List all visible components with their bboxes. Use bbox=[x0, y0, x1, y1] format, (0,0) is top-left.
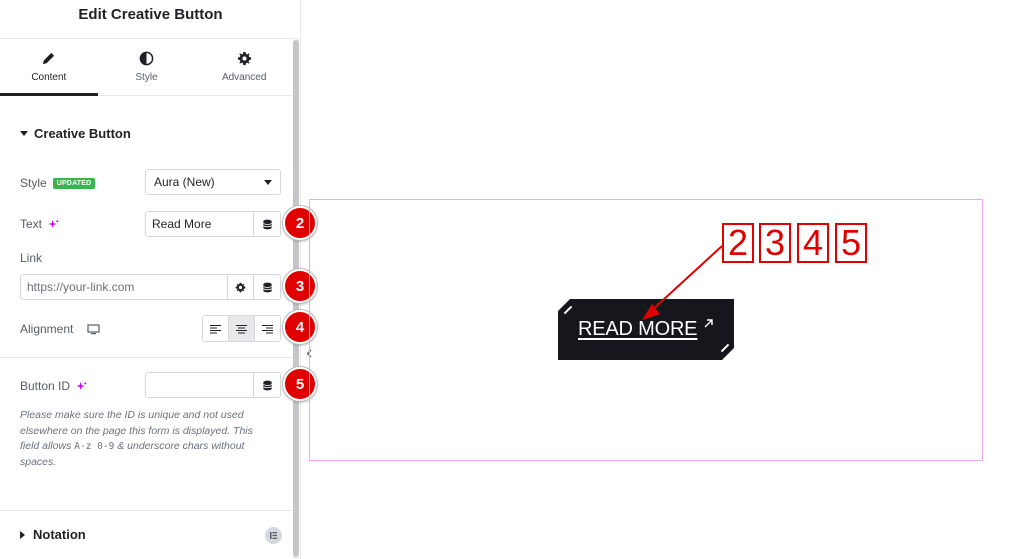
button-id-label-row: Button ID bbox=[20, 379, 88, 393]
editor-panel: Edit Creative Button Content Style Advan… bbox=[0, 0, 301, 559]
align-right-button[interactable] bbox=[255, 316, 280, 341]
button-id-dynamic-button[interactable] bbox=[253, 372, 281, 398]
text-label-row: Text bbox=[20, 217, 60, 231]
align-left-button[interactable] bbox=[203, 316, 229, 341]
section-title: Creative Button bbox=[34, 126, 131, 141]
link-label-row: Link bbox=[20, 251, 42, 265]
tab-advanced-label: Advanced bbox=[221, 72, 267, 83]
alignment-label: Alignment bbox=[20, 322, 74, 336]
style-label: Style bbox=[20, 176, 47, 190]
style-select-value: Aura (New) bbox=[154, 175, 215, 189]
tab-advanced[interactable]: Advanced bbox=[195, 39, 293, 95]
panel-tabs: Content Style Advanced bbox=[0, 38, 293, 96]
notation-section[interactable]: Notation bbox=[0, 510, 293, 559]
database-icon bbox=[262, 282, 272, 292]
section-divider bbox=[0, 357, 293, 358]
section-toggle-creative-button[interactable]: Creative Button bbox=[20, 126, 131, 141]
button-id-input[interactable] bbox=[145, 372, 254, 398]
updated-badge: UPDATED bbox=[52, 177, 96, 189]
text-dynamic-button[interactable] bbox=[253, 211, 281, 237]
align-left-icon bbox=[210, 324, 221, 333]
half-circle-icon bbox=[139, 51, 154, 66]
notation-toggle[interactable]: Notation bbox=[20, 527, 86, 542]
annotation-number-4: 4 bbox=[797, 223, 829, 263]
caret-down-icon bbox=[20, 131, 28, 136]
chevron-down-icon bbox=[264, 179, 272, 185]
tab-content[interactable]: Content bbox=[0, 39, 98, 96]
align-center-icon bbox=[236, 324, 247, 333]
pencil-icon bbox=[43, 52, 55, 65]
button-id-label: Button ID bbox=[20, 379, 71, 393]
alignment-control bbox=[202, 315, 281, 342]
read-more-label: READ MORE bbox=[578, 318, 698, 340]
panel-title: Edit Creative Button bbox=[78, 6, 223, 23]
tab-style-label: Style bbox=[135, 72, 158, 83]
gear-icon bbox=[235, 282, 246, 292]
read-more-button[interactable]: READ MORE bbox=[558, 299, 734, 360]
ai-sparkle-icon[interactable] bbox=[76, 380, 88, 392]
style-label-row: Style UPDATED bbox=[20, 176, 96, 190]
text-label: Text bbox=[20, 217, 43, 231]
link-dynamic-button[interactable] bbox=[253, 274, 281, 300]
align-center-button[interactable] bbox=[229, 316, 255, 341]
annotation-number-5: 5 bbox=[835, 223, 867, 263]
tab-style[interactable]: Style bbox=[98, 39, 196, 95]
link-label: Link bbox=[20, 251, 43, 265]
database-icon bbox=[262, 219, 272, 229]
gear-icon bbox=[237, 51, 251, 66]
ai-sparkle-icon[interactable] bbox=[48, 218, 60, 230]
desktop-icon[interactable] bbox=[87, 323, 100, 335]
elementor-icon bbox=[265, 527, 282, 544]
link-options-button[interactable] bbox=[227, 274, 254, 300]
align-right-icon bbox=[262, 324, 273, 333]
annotation-number-2: 2 bbox=[722, 223, 754, 263]
annotation-number-3: 3 bbox=[759, 223, 791, 263]
arrow-up-right-icon bbox=[704, 319, 713, 328]
caret-right-icon bbox=[20, 530, 25, 539]
notation-title: Notation bbox=[33, 527, 86, 542]
style-select[interactable]: Aura (New) bbox=[145, 169, 281, 195]
text-input[interactable]: Read More bbox=[145, 211, 254, 237]
database-icon bbox=[262, 380, 272, 390]
button-id-help-text: Please make sure the ID is unique and no… bbox=[20, 408, 275, 470]
alignment-label-row: Alignment bbox=[20, 322, 100, 336]
link-input[interactable]: https://your-link.com bbox=[20, 274, 228, 300]
tab-content-label: Content bbox=[31, 72, 67, 83]
help-text-code: A-z 0-9 bbox=[74, 441, 115, 452]
